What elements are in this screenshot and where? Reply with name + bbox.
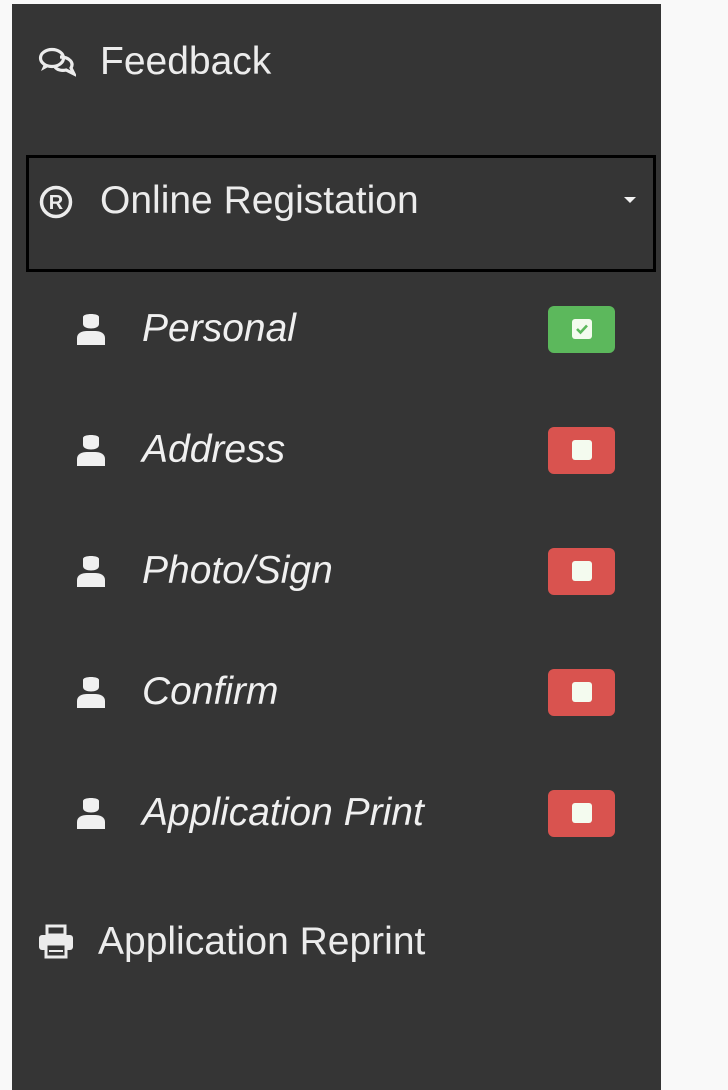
sidebar-item-label: Feedback xyxy=(100,40,272,83)
sub-item-photo-sign[interactable]: Photo/Sign xyxy=(12,536,661,606)
svg-text:R: R xyxy=(49,192,64,214)
caret-down-icon xyxy=(624,197,636,203)
sub-item-confirm[interactable]: Confirm xyxy=(12,657,661,727)
user-icon xyxy=(74,432,108,468)
status-badge-complete xyxy=(548,305,615,353)
comments-icon xyxy=(38,47,76,77)
user-icon xyxy=(74,553,108,589)
sub-item-application-print[interactable]: Application Print xyxy=(12,778,661,848)
sub-item-personal[interactable]: Personal xyxy=(12,294,661,364)
status-badge-incomplete xyxy=(548,547,615,595)
sidebar-item-online-registration[interactable]: R Online Registation xyxy=(12,155,661,272)
sub-item-label: Photo/Sign xyxy=(142,549,333,592)
sub-item-label: Address xyxy=(142,428,286,471)
registered-icon: R xyxy=(39,185,73,219)
status-badge-incomplete xyxy=(548,789,615,837)
sidebar-item-label: Online Registation xyxy=(100,179,419,222)
empty-checkbox-icon xyxy=(571,440,592,460)
sidebar-item-label: Application Reprint xyxy=(98,920,426,963)
empty-checkbox-icon xyxy=(571,561,592,581)
status-badge-incomplete xyxy=(548,668,615,716)
user-icon xyxy=(74,674,108,710)
user-icon xyxy=(74,311,108,347)
empty-checkbox-icon xyxy=(571,682,592,702)
sub-item-label: Application Print xyxy=(142,791,424,834)
status-badge-incomplete xyxy=(548,426,615,474)
user-icon xyxy=(74,795,108,831)
sub-item-label: Confirm xyxy=(142,670,279,713)
print-icon xyxy=(37,924,75,960)
sub-item-label: Personal xyxy=(142,307,296,350)
sidebar: Feedback R Online Registation Personal A… xyxy=(12,4,661,1090)
empty-checkbox-icon xyxy=(571,803,592,823)
checkmark-icon xyxy=(571,319,592,339)
sidebar-item-feedback[interactable]: Feedback xyxy=(12,32,661,92)
main-content-area xyxy=(661,0,728,1090)
sidebar-item-application-reprint[interactable]: Application Reprint xyxy=(12,912,661,972)
sub-item-address[interactable]: Address xyxy=(12,415,661,485)
